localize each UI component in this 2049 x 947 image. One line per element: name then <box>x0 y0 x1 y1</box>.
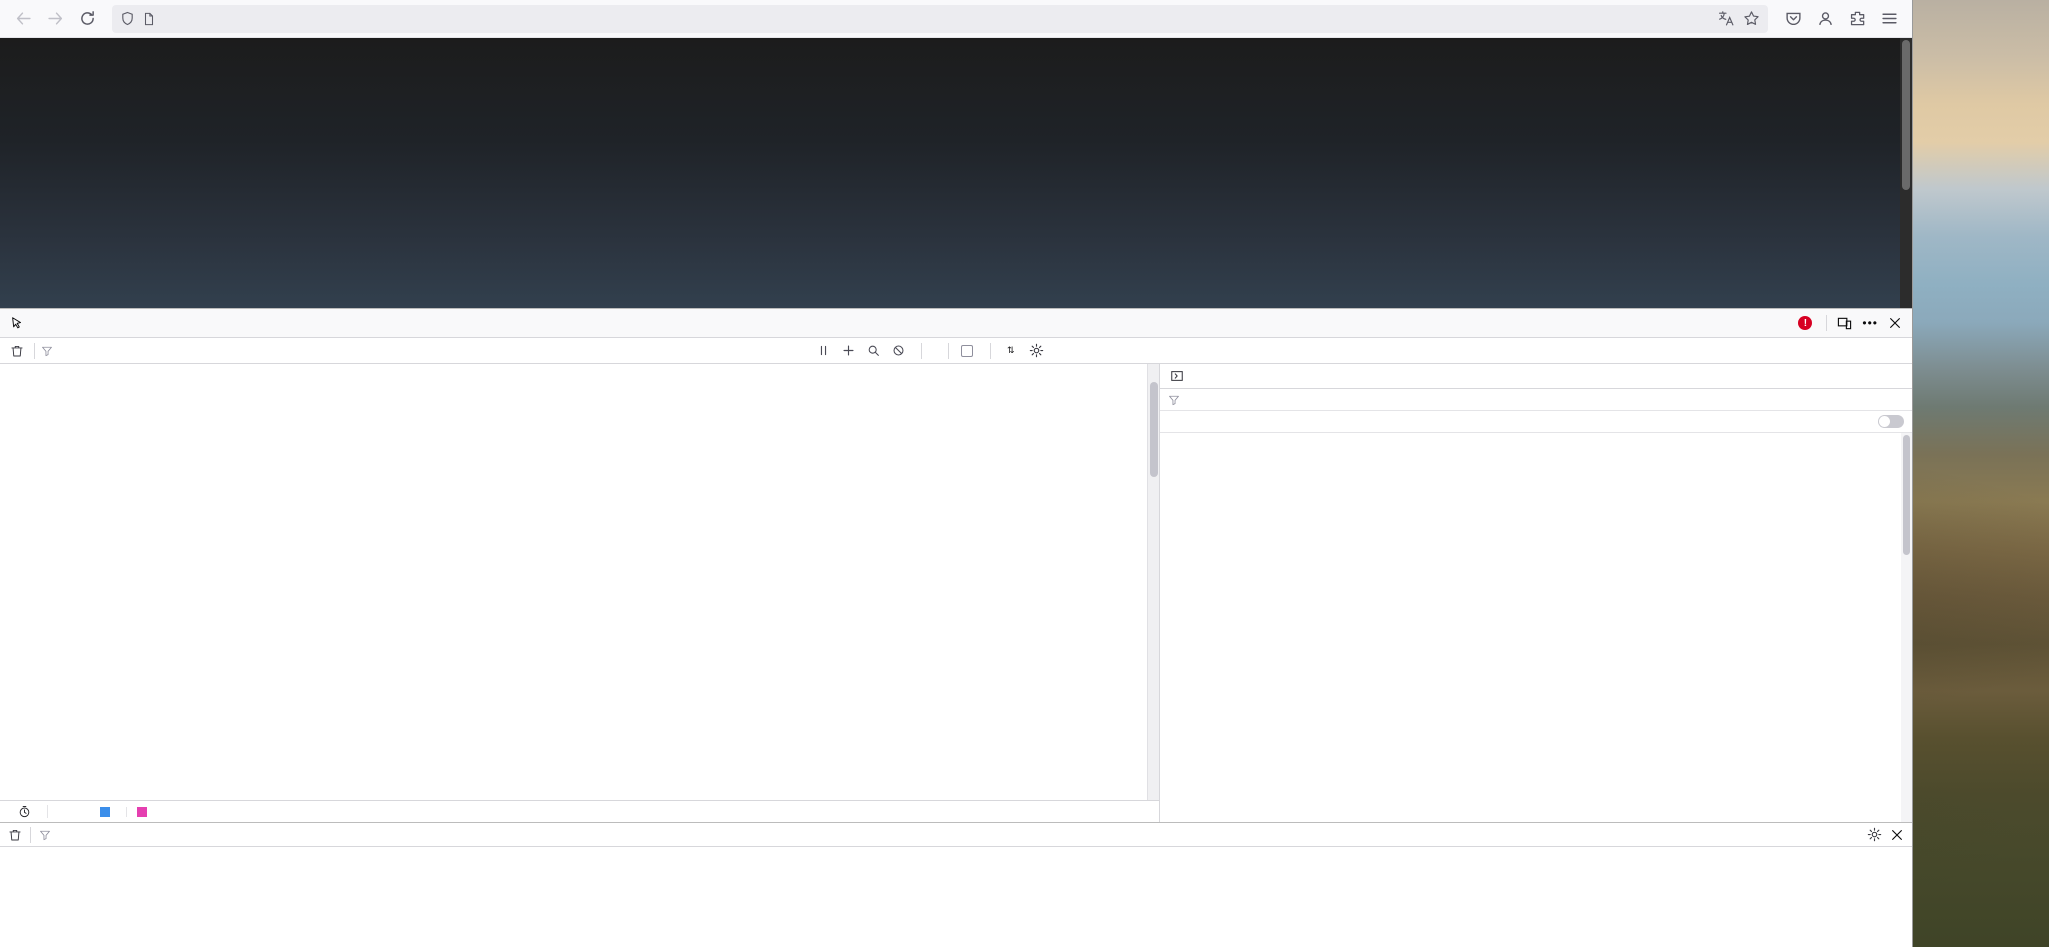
error-count-indicator[interactable]: ! <box>1798 316 1816 330</box>
load-time <box>127 806 163 817</box>
domcontentloaded-marker-icon <box>100 806 110 817</box>
request-details-tab-bar <box>1160 364 1912 389</box>
firefox-browser-window: ! ••• ⇅ <box>0 0 1913 947</box>
responsive-design-mode-icon[interactable] <box>1837 316 1852 331</box>
error-badge-icon: ! <box>1798 316 1813 330</box>
disable-cache-checkbox[interactable] <box>961 344 978 357</box>
console-panel <box>0 822 1912 947</box>
console-toolbar <box>0 823 1912 847</box>
network-filter-input[interactable] <box>41 345 801 357</box>
gear-icon[interactable] <box>1029 343 1044 358</box>
hamburger-menu-icon[interactable] <box>1874 4 1904 34</box>
forward-arrow-icon[interactable] <box>40 4 70 34</box>
chevron-updown-icon: ⇅ <box>1007 345 1015 355</box>
json-scrollbar-thumb[interactable] <box>1903 435 1910 555</box>
raw-toggle[interactable] <box>1878 415 1904 428</box>
funnel-icon <box>1168 394 1180 406</box>
browser-navigation-bar <box>0 0 1912 38</box>
translate-icon[interactable] <box>1718 10 1735 27</box>
star-icon[interactable] <box>1743 10 1760 27</box>
network-table-scrollbar[interactable] <box>1147 364 1159 800</box>
network-table-scroll-area <box>0 364 1159 800</box>
trash-icon[interactable] <box>6 344 28 358</box>
more-options-icon[interactable]: ••• <box>1862 316 1878 330</box>
load-marker-icon <box>137 806 147 817</box>
toolbar-divider <box>921 342 922 359</box>
checkbox-box <box>961 344 973 357</box>
devtools-tab-bar: ! ••• <box>0 309 1912 338</box>
toolbar-divider <box>34 342 35 359</box>
network-tool-buttons <box>807 344 915 357</box>
toolbar-divider <box>948 342 949 359</box>
close-icon[interactable] <box>1888 316 1902 330</box>
page-scrollbar-thumb[interactable] <box>1902 40 1910 190</box>
network-toolbar: ⇅ <box>0 338 1912 364</box>
details-filter-input[interactable] <box>1160 389 1912 411</box>
funnel-icon <box>41 345 53 357</box>
expand-panel-icon[interactable] <box>1164 369 1190 383</box>
close-icon[interactable] <box>1890 828 1904 842</box>
toolbar-divider <box>1826 315 1828 331</box>
console-message-list <box>0 847 1912 947</box>
reload-icon[interactable] <box>72 4 102 34</box>
timer-icon <box>18 805 31 818</box>
page-vertical-scrollbar[interactable] <box>1900 38 1912 308</box>
developer-tools-panel: ! ••• ⇅ <box>0 308 1912 947</box>
network-scrollbar-thumb[interactable] <box>1150 382 1158 477</box>
page-icon[interactable] <box>142 12 156 26</box>
pick-element-icon[interactable] <box>2 309 32 337</box>
throttling-dropdown[interactable]: ⇅ <box>1003 345 1015 356</box>
pocket-icon[interactable] <box>1778 4 1808 34</box>
console-filter-input[interactable] <box>39 829 439 841</box>
json-section-header <box>1160 411 1912 433</box>
extensions-icon[interactable] <box>1842 4 1872 34</box>
toolbar-divider <box>30 826 31 843</box>
address-bar[interactable] <box>112 4 1768 33</box>
trash-icon[interactable] <box>8 828 22 842</box>
back-arrow-icon[interactable] <box>8 4 38 34</box>
block-icon[interactable] <box>892 344 905 357</box>
network-request-list <box>0 364 1160 822</box>
request-details-panel <box>1160 364 1912 822</box>
domcontentloaded-time <box>90 806 127 817</box>
account-icon[interactable] <box>1810 4 1840 34</box>
gear-icon[interactable] <box>1867 827 1882 842</box>
network-body <box>0 364 1912 822</box>
funnel-icon <box>39 829 51 841</box>
json-scrollbar[interactable] <box>1901 433 1912 822</box>
search-icon[interactable] <box>867 344 880 357</box>
pause-icon[interactable] <box>817 344 830 357</box>
page-viewport <box>0 38 1912 308</box>
toolbar-divider <box>990 342 991 359</box>
json-response-body <box>1160 433 1912 822</box>
shield-icon[interactable] <box>120 11 135 26</box>
network-timer-segment <box>8 805 48 818</box>
plus-icon[interactable] <box>842 344 855 357</box>
network-status-bar <box>0 800 1159 822</box>
